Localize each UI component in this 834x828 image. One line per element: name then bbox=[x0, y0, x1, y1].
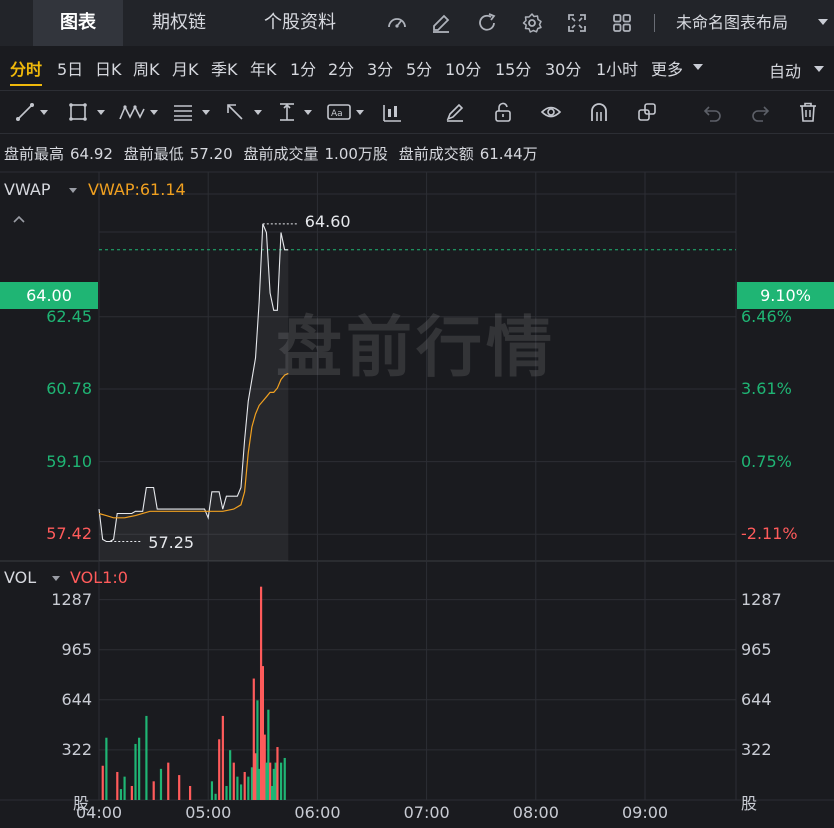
vwap-indicator-value: VWAP:61.14 bbox=[88, 180, 186, 199]
volume-bar bbox=[239, 784, 243, 800]
volume-bar bbox=[101, 765, 104, 800]
chevron-up-icon[interactable] bbox=[12, 214, 26, 224]
x-tick-label: 08:00 bbox=[512, 803, 559, 822]
volume-bar bbox=[210, 781, 214, 800]
volume-bar bbox=[232, 762, 235, 800]
volume-bar bbox=[214, 793, 217, 800]
vol-tick-label-right: 965 bbox=[741, 639, 772, 659]
premarket-watermark: 盘前行情 bbox=[276, 309, 556, 386]
vol-tick-label-right: 644 bbox=[741, 689, 772, 709]
high-marker-label: 64.60 bbox=[304, 211, 351, 231]
volume-bar bbox=[247, 776, 250, 800]
volume-bar bbox=[189, 785, 192, 800]
current-pct-tag: 9.10% bbox=[737, 282, 834, 309]
volume-bar bbox=[178, 775, 181, 800]
current-price-tag: 64.00 bbox=[0, 282, 98, 309]
volume-bar bbox=[167, 762, 170, 800]
volume-bar bbox=[105, 737, 108, 800]
vol-indicator-value: VOL1:0 bbox=[70, 568, 128, 587]
volume-bar bbox=[138, 737, 141, 800]
x-tick-label: 05:00 bbox=[185, 803, 232, 822]
vol-tick-label: 965 bbox=[61, 639, 92, 659]
price-tick-label: 60.78 bbox=[46, 378, 92, 398]
vol-tick-label-right: 1287 bbox=[741, 589, 782, 609]
chart-grid bbox=[0, 171, 834, 801]
volume-bar bbox=[243, 771, 246, 800]
vwap-indicator-name[interactable]: VWAP bbox=[4, 180, 50, 199]
price-tick-label: 57.42 bbox=[46, 524, 92, 544]
vol-indicator-name[interactable]: VOL bbox=[4, 568, 36, 587]
x-tick-label: 09:00 bbox=[622, 803, 669, 822]
vol-unit-label: 股 bbox=[73, 794, 90, 813]
pct-tick-label: 6.46% bbox=[741, 306, 792, 326]
price-volume-chart[interactable] bbox=[0, 0, 834, 828]
volume-bar bbox=[130, 785, 133, 800]
vol-tick-label-right: 322 bbox=[741, 739, 772, 759]
volume-bar bbox=[221, 715, 224, 800]
price-tick-label: 59.10 bbox=[46, 451, 92, 471]
x-tick-label: 07:00 bbox=[403, 803, 450, 822]
volume-bar bbox=[229, 750, 232, 800]
volume-bar bbox=[134, 743, 137, 800]
volume-bar bbox=[218, 739, 221, 800]
volume-bar bbox=[283, 757, 286, 800]
chevron-down-icon[interactable] bbox=[52, 576, 60, 581]
volume-bar bbox=[119, 789, 123, 800]
pct-tick-label: -2.11% bbox=[741, 524, 798, 544]
vol-tick-label: 644 bbox=[61, 689, 92, 709]
pct-tick-label: 0.75% bbox=[741, 451, 792, 471]
price-layer bbox=[98, 223, 736, 561]
volume-bar bbox=[276, 747, 279, 800]
volume-bar bbox=[159, 768, 163, 800]
low-marker-label: 57.25 bbox=[148, 532, 195, 552]
vol-tick-label: 322 bbox=[61, 739, 92, 759]
x-tick-label: 06:00 bbox=[294, 803, 341, 822]
chevron-down-icon[interactable] bbox=[69, 188, 77, 193]
pct-tick-label: 3.61% bbox=[741, 378, 792, 398]
price-tick-label: 62.45 bbox=[46, 306, 92, 326]
volume-bar bbox=[225, 785, 228, 800]
volume-bar bbox=[145, 715, 148, 800]
volume-bar bbox=[152, 781, 155, 800]
vol-tick-label: 1287 bbox=[51, 589, 92, 609]
volume-bar bbox=[236, 776, 239, 800]
volume-layer bbox=[101, 586, 286, 800]
volume-bar bbox=[116, 771, 119, 800]
volume-bar bbox=[280, 762, 283, 800]
volume-bar bbox=[123, 776, 126, 800]
vol-unit-label-right: 股 bbox=[741, 794, 758, 813]
